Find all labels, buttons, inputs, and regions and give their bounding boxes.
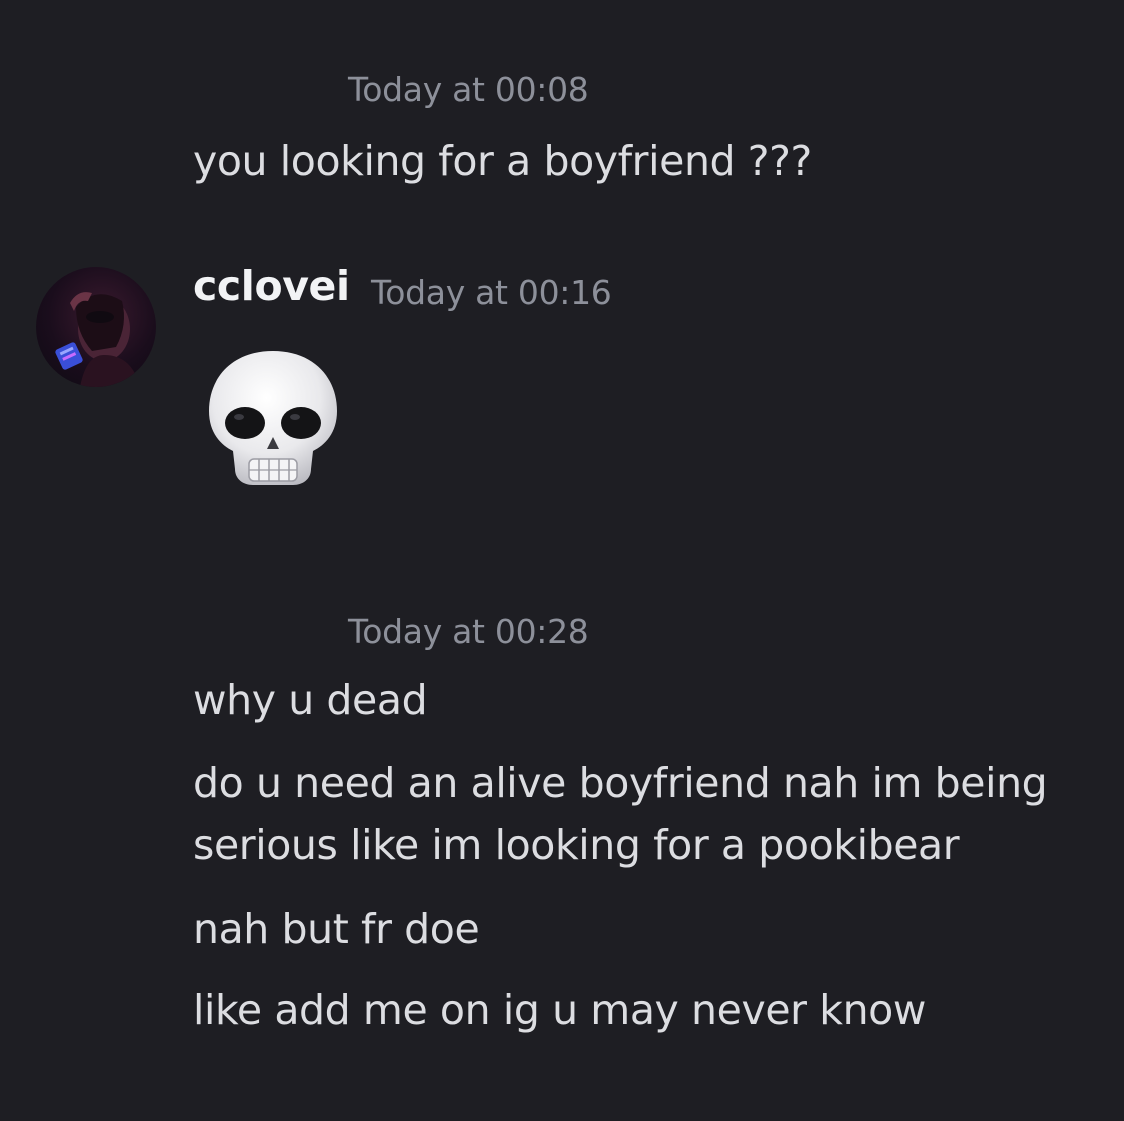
message-text: you looking for a boyfriend ???: [193, 137, 812, 185]
message-text: nah but fr doe: [193, 905, 480, 953]
message-timestamp[interactable]: Today at 00:28: [348, 612, 589, 651]
avatar-image: [55, 292, 140, 387]
message-timestamp[interactable]: Today at 00:16: [371, 273, 612, 312]
message-text: like add me on ig u may never know: [193, 986, 926, 1034]
message-text: do u need an alive boyfriend nah im bein…: [193, 759, 1048, 869]
username[interactable]: cclovei: [193, 262, 350, 310]
message-timestamp[interactable]: Today at 00:08: [348, 70, 589, 109]
message-text: why u dead: [193, 676, 428, 724]
chat-log: Today at 00:08 you looking for a boyfrie…: [0, 0, 1124, 1121]
avatar[interactable]: [36, 267, 156, 387]
skull-emoji: [209, 351, 337, 485]
